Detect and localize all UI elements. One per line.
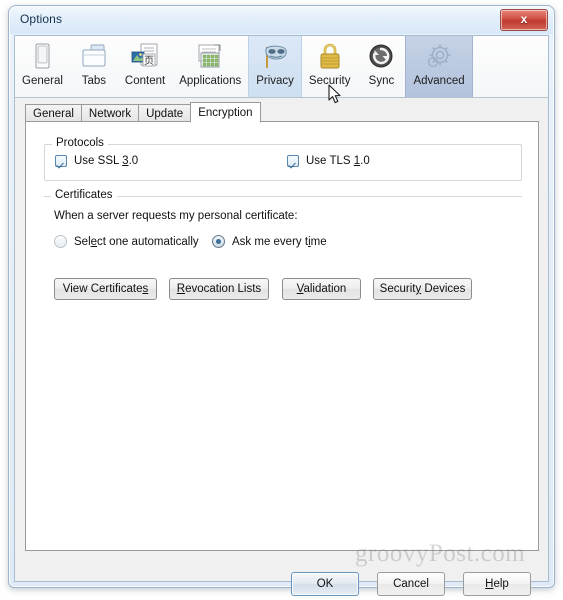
protocols-groupbox: Protocols Use SSL 3.0 Use TLS 1.0 [44,137,522,181]
tab-encryption[interactable]: Encryption [190,102,261,123]
certificates-groupbox: Certificates [44,189,522,201]
use-tls-label: Use TLS 1.0 [306,155,370,167]
dialog-body: General Tabs 页 Content Applications Priv… [14,35,549,596]
use-ssl-label: Use SSL 3.0 [74,155,139,167]
toolbar-item-advanced[interactable]: Advanced [405,36,473,97]
select-automatically-row[interactable]: Select one automatically [54,235,199,248]
select-automatically-radio[interactable] [54,235,67,248]
toolbar-item-sync[interactable]: Sync [357,36,405,97]
applications-icon [198,44,221,68]
close-button[interactable]: x [500,9,548,31]
ok-button[interactable]: OK [291,572,359,596]
view-certificates-button[interactable]: View Certificates [54,278,157,300]
toolbar-label: Tabs [81,75,107,87]
title-bar: Options x [10,7,553,34]
category-toolbar: General Tabs 页 Content Applications Priv… [15,36,548,98]
revocation-lists-button[interactable]: Revocation Lists [169,278,269,300]
cancel-button[interactable]: Cancel [377,572,445,596]
toolbar-label: Applications [179,75,242,87]
toolbar-item-applications[interactable]: Applications [172,36,248,97]
sync-icon [369,44,393,68]
encryption-panel: Protocols Use SSL 3.0 Use TLS 1.0 Certif… [25,121,539,551]
tab-network[interactable]: Network [80,104,139,122]
gear-icon [427,44,451,68]
security-devices-button[interactable]: Security Devices [373,278,472,300]
toolbar-label: Privacy [256,75,294,87]
toolbar-label: General [22,75,63,87]
use-ssl-row[interactable]: Use SSL 3.0 [55,155,138,167]
toolbar-label: Security [308,75,351,87]
toolbar-item-content[interactable]: 页 Content [118,36,172,97]
use-tls-checkbox[interactable] [287,155,299,167]
use-ssl-checkbox[interactable] [55,155,67,167]
protocols-group-title: Protocols [52,137,108,149]
svg-text:页: 页 [144,55,154,67]
padlock-icon [320,43,340,69]
general-icon [35,43,50,69]
tabs-icon [82,44,106,67]
encryption-tab-strip: General Network Update Encryption [25,102,539,123]
ask-every-time-row[interactable]: Ask me every time [212,235,327,248]
ask-every-time-label: Ask me every time [232,235,327,248]
help-button[interactable]: Help [463,572,531,596]
toolbar-label: Sync [368,75,395,87]
validation-button[interactable]: Validation [282,278,361,300]
close-icon: x [520,12,528,26]
toolbar-label: Content [124,75,166,87]
certificate-prompt: When a server requests my personal certi… [54,210,298,222]
tab-general[interactable]: General [25,104,81,122]
window-title: Options [20,12,63,26]
ask-every-time-radio[interactable] [212,235,225,248]
use-tls-row[interactable]: Use TLS 1.0 [287,155,370,167]
toolbar-item-tabs[interactable]: Tabs [70,36,118,97]
privacy-mask-icon [265,45,287,68]
tab-update[interactable]: Update [138,104,191,122]
options-window: Options x General Tabs 页 Content Applica… [8,5,555,596]
toolbar-item-general[interactable]: General [15,36,70,97]
toolbar-item-security[interactable]: Security [302,36,358,97]
certificates-group-title: Certificates [51,189,117,201]
toolbar-label: Advanced [413,75,465,87]
content-icon: 页 [131,43,158,67]
toolbar-item-privacy[interactable]: Privacy [248,36,302,97]
select-automatically-label: Select one automatically [74,235,199,248]
